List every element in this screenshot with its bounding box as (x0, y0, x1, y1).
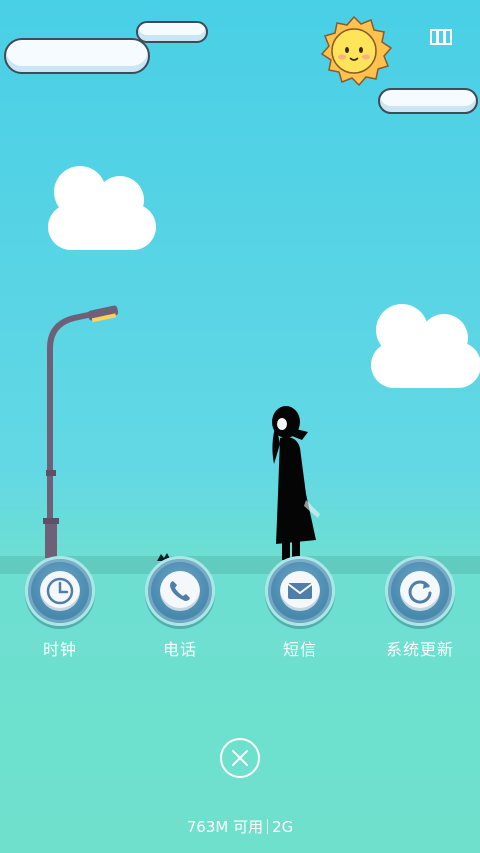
memory-total: 2G (272, 818, 294, 836)
dock-label-clock: 时钟 (42, 640, 77, 659)
dock-label-messages: 短信 (282, 640, 317, 659)
girl-silhouette-illustration (272, 406, 320, 560)
dock-item-clock[interactable]: 时钟 (22, 556, 98, 660)
clock-button[interactable] (25, 556, 95, 626)
cloud-puffy-left (48, 166, 156, 250)
overflow-menu-icon[interactable] (430, 28, 452, 46)
messages-button[interactable] (265, 556, 335, 626)
system-update-button[interactable] (385, 556, 455, 626)
dock-item-system-update[interactable]: 系统更新 (382, 556, 458, 660)
envelope-icon (280, 571, 320, 611)
clock-icon (40, 571, 80, 611)
phone-button[interactable] (145, 556, 215, 626)
close-button[interactable] (220, 738, 260, 778)
dock-item-phone[interactable]: 电话 (142, 556, 218, 660)
cloud-puffy-right (371, 304, 480, 388)
cloud-top-right (378, 88, 478, 114)
sun-icon (320, 15, 393, 86)
dock-item-messages[interactable]: 短信 (262, 556, 338, 660)
close-icon (232, 750, 248, 766)
cloud-top-small (136, 21, 208, 43)
memory-available: 763M 可用 (186, 818, 264, 836)
street-lamp-illustration (43, 305, 119, 558)
memory-separator (267, 819, 269, 834)
refresh-icon (400, 571, 440, 611)
memory-status: 763M 可用 2G (0, 816, 480, 837)
cloud-top-left (4, 38, 150, 74)
phone-icon (160, 571, 200, 611)
dock-label-system-update: 系统更新 (385, 640, 454, 659)
dock-label-phone: 电话 (162, 640, 197, 659)
